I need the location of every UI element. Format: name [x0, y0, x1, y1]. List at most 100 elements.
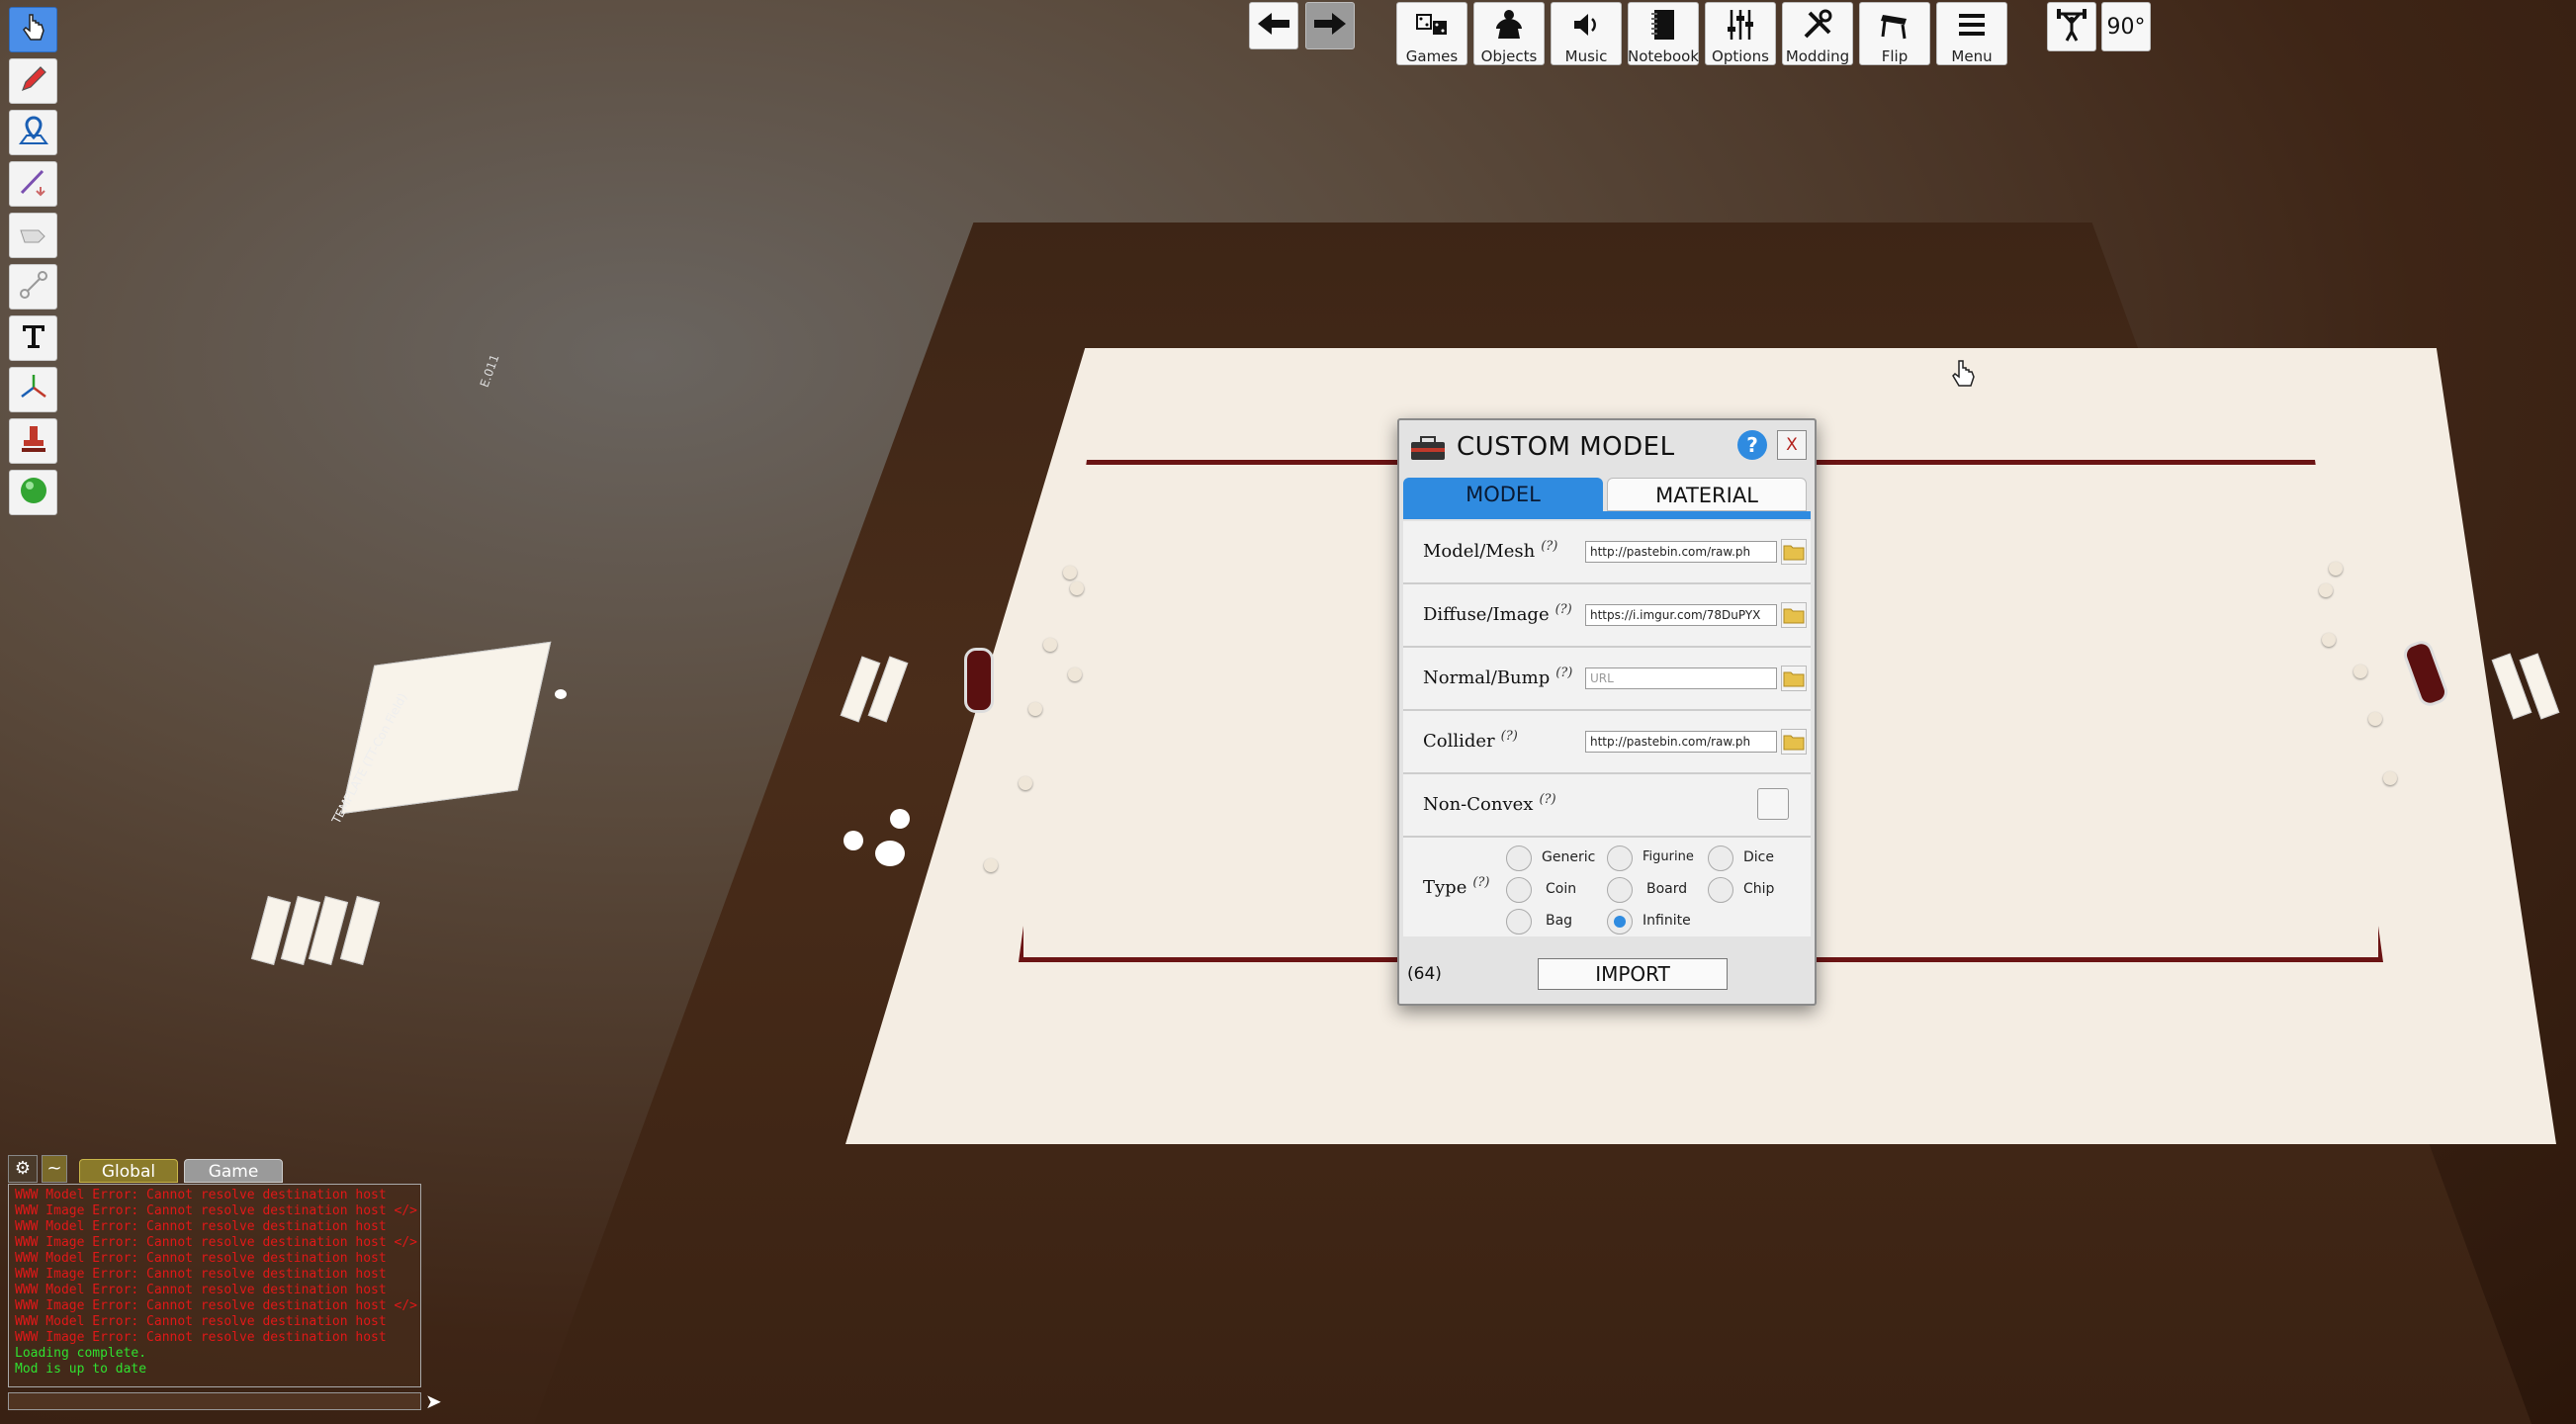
normal-bump-browse-button[interactable]	[1781, 666, 1807, 691]
games-button[interactable]: Games	[1396, 2, 1467, 65]
pen-icon	[17, 62, 50, 100]
folder-icon	[1782, 735, 1806, 757]
gizmo-tool[interactable]	[9, 367, 57, 412]
menu-button[interactable]: Menu	[1936, 2, 2007, 65]
peg[interactable]	[2319, 583, 2333, 597]
arrow-left-icon	[1256, 9, 1291, 43]
peg[interactable]	[1063, 566, 1077, 579]
chat-log[interactable]: WWW Model Error: Cannot resolve destinat…	[8, 1184, 421, 1387]
diffuse-image-input[interactable]: https://i.imgur.com/78DuPYX	[1585, 604, 1777, 626]
model-mesh-browse-button[interactable]	[1781, 539, 1807, 565]
type-dice-radio[interactable]	[1708, 846, 1733, 871]
peg[interactable]	[1068, 668, 1082, 681]
pawn-icon	[1491, 3, 1527, 46]
music-button[interactable]: Music	[1551, 2, 1622, 65]
peg[interactable]	[1070, 581, 1084, 595]
type-figurine-radio[interactable]	[1607, 846, 1633, 871]
sliders-icon	[1723, 3, 1758, 46]
tab-material[interactable]: MATERIAL	[1607, 478, 1807, 511]
diffuse-image-browse-button[interactable]	[1781, 602, 1807, 628]
close-button[interactable]: X	[1777, 430, 1807, 460]
flip-button[interactable]: Flip	[1859, 2, 1930, 65]
speaker-icon	[1568, 3, 1604, 46]
dialog-tabs: MODEL MATERIAL	[1403, 478, 1811, 519]
white-token[interactable]	[844, 831, 863, 850]
peg[interactable]	[2322, 633, 2336, 647]
line-tool[interactable]	[9, 161, 57, 207]
chat-message: WWW Model Error: Cannot resolve destinat…	[15, 1251, 387, 1266]
modding-button[interactable]: Modding	[1782, 2, 1853, 65]
peg[interactable]	[2368, 712, 2382, 726]
peg[interactable]	[2383, 771, 2397, 785]
chat-console-button[interactable]: ~	[42, 1155, 67, 1183]
objects-button[interactable]: Objects	[1473, 2, 1545, 65]
type-generic-radio[interactable]	[1506, 846, 1532, 871]
rotation-label: 90°	[2106, 14, 2146, 40]
peg[interactable]	[1019, 776, 1032, 790]
rotation-button[interactable]: 90°	[2101, 2, 2151, 51]
peg[interactable]	[2329, 562, 2343, 576]
chat-message: Loading complete.	[15, 1346, 147, 1361]
non-convex-checkbox[interactable]	[1757, 788, 1789, 820]
type-coin-radio[interactable]	[1506, 877, 1532, 903]
map-pin-tool[interactable]	[9, 110, 57, 155]
notebook-icon	[1645, 3, 1681, 46]
text-tool[interactable]	[9, 315, 57, 361]
white-token[interactable]	[555, 689, 567, 699]
table-flip-icon	[1877, 3, 1912, 46]
menu-label: Menu	[1951, 47, 1993, 65]
white-token[interactable]	[890, 809, 910, 829]
normal-bump-input[interactable]: URL	[1585, 668, 1777, 689]
modding-label: Modding	[1785, 47, 1850, 65]
diffuse-image-row: Diffuse/Image (?) https://i.imgur.com/78D…	[1403, 584, 1811, 648]
type-bag-radio[interactable]	[1506, 909, 1532, 934]
dialog-title-bar[interactable]: CUSTOM MODEL ? X	[1399, 420, 1815, 472]
peg[interactable]	[2354, 665, 2367, 678]
type-infinite-radio[interactable]	[1607, 909, 1633, 934]
chat-settings-button[interactable]: ⚙	[8, 1155, 38, 1183]
undo-button[interactable]	[1249, 2, 1298, 49]
orb-tool[interactable]	[9, 470, 57, 515]
weight-button[interactable]	[2047, 2, 2096, 51]
tab-model[interactable]: MODEL	[1403, 478, 1603, 511]
peg[interactable]	[1043, 638, 1057, 652]
type-chip-radio[interactable]	[1708, 877, 1733, 903]
pointer-tool[interactable]	[9, 7, 57, 52]
chat-message: WWW Image Error: Cannot resolve destinat…	[15, 1235, 417, 1250]
template-card[interactable]	[340, 641, 552, 815]
type-board-radio[interactable]	[1607, 877, 1633, 903]
joint-icon	[17, 268, 50, 306]
chat-message: WWW Model Error: Cannot resolve destinat…	[15, 1219, 387, 1234]
help-button[interactable]: ?	[1737, 430, 1767, 460]
notebook-button[interactable]: Notebook	[1628, 2, 1699, 65]
chat-input[interactable]	[8, 1392, 421, 1410]
collider-browse-button[interactable]	[1781, 729, 1807, 755]
line-tool-icon	[17, 165, 50, 203]
folder-icon	[1782, 608, 1806, 631]
peg[interactable]	[1028, 702, 1042, 716]
pen-tool[interactable]	[9, 58, 57, 104]
snap-tool[interactable]	[9, 418, 57, 464]
tilde-label: ~	[46, 1158, 62, 1179]
options-button[interactable]: Options	[1705, 2, 1776, 65]
redo-button[interactable]	[1305, 2, 1355, 49]
peg[interactable]	[984, 858, 998, 872]
chat-message: WWW Image Error: Cannot resolve destinat…	[15, 1203, 417, 1218]
collider-row: Collider (?) http://pastebin.com/raw.ph	[1403, 711, 1811, 774]
flick-tool[interactable]	[9, 213, 57, 258]
white-token[interactable]	[875, 841, 905, 866]
weightlifter-icon	[2054, 3, 2089, 46]
text-tool-icon	[17, 319, 50, 357]
options-label: Options	[1712, 47, 1769, 65]
counter-left[interactable]	[964, 648, 994, 713]
import-button[interactable]: IMPORT	[1538, 958, 1728, 990]
chat-send-button[interactable]: ➤	[425, 1390, 445, 1412]
hint: (?)	[1539, 792, 1556, 807]
green-orb-icon	[17, 474, 50, 511]
model-mesh-row: Model/Mesh (?) http://pastebin.com/raw.ph	[1403, 521, 1811, 584]
chat-tab-global[interactable]: Global	[79, 1159, 178, 1183]
model-mesh-input[interactable]: http://pastebin.com/raw.ph	[1585, 541, 1777, 563]
joint-tool[interactable]	[9, 264, 57, 310]
collider-input[interactable]: http://pastebin.com/raw.ph	[1585, 731, 1777, 753]
chat-tab-game[interactable]: Game	[184, 1159, 283, 1183]
